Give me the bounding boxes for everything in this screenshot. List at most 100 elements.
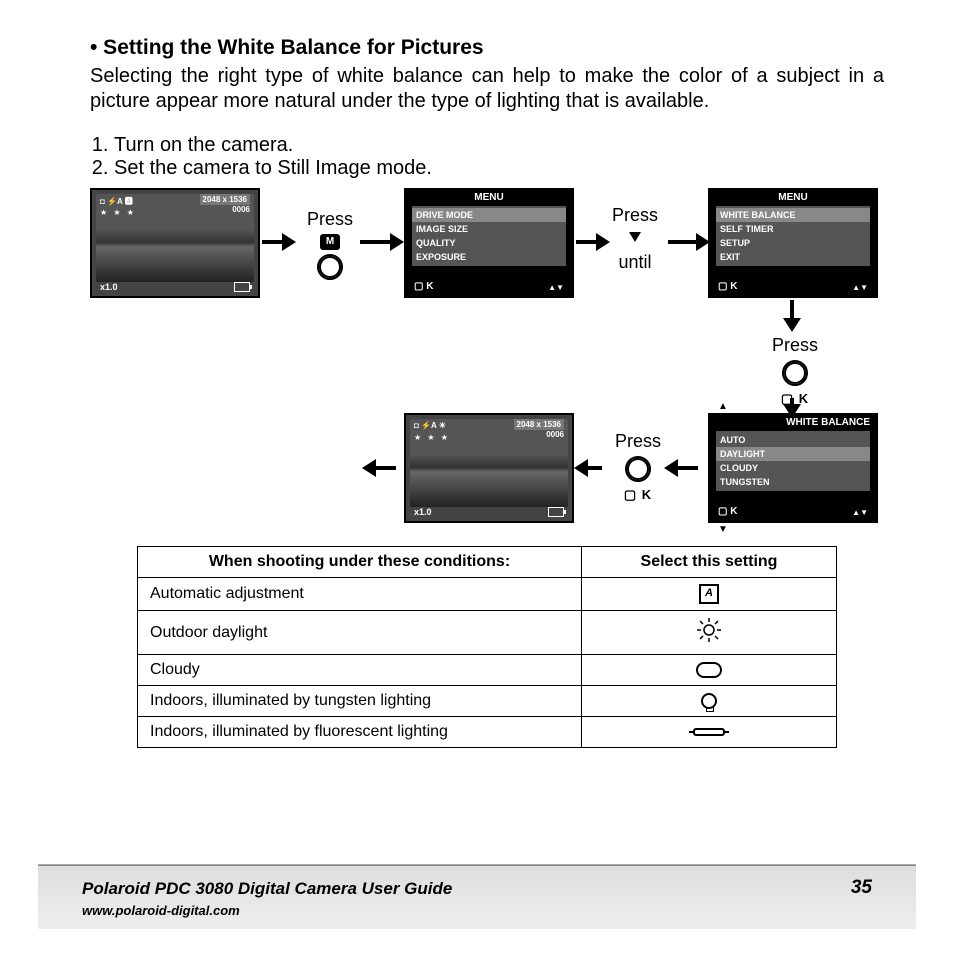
menu-item: CLOUDY (716, 461, 870, 475)
page-footer: Polaroid PDC 3080 Digital Camera User Gu… (38, 864, 916, 929)
lcd-preview-2: ◘ ⚡A ☀ 2048 x 1536 0006 ★ ★ ★ x1.0 (404, 413, 574, 523)
button-circle-icon (782, 360, 808, 386)
menu-button-icon: M (320, 234, 340, 250)
ok-text: ▢ K (624, 487, 652, 502)
arrow-right-icon (360, 240, 392, 244)
quality-stars: ★ ★ ★ (100, 208, 136, 217)
press-m-label: Press M (300, 210, 360, 282)
menu-title: MENU (710, 192, 876, 203)
menu-items: DRIVE MODE IMAGE SIZE QUALITY EXPOSURE (412, 206, 566, 266)
menu-title: MENU (406, 192, 572, 203)
arrow-down-icon (790, 300, 794, 320)
menu-item: EXPOSURE (412, 250, 566, 264)
button-circle-icon (625, 456, 651, 482)
table-header-conditions: When shooting under these conditions: (138, 547, 582, 578)
menu-item: AUTO (716, 433, 870, 447)
menu-item: DRIVE MODE (412, 208, 566, 222)
battery-icon (548, 507, 564, 517)
step-item: Set the camera to Still Image mode. (114, 157, 884, 180)
table-row: Outdoor daylight (138, 611, 837, 655)
ok-indicator: ▢ K (414, 281, 433, 292)
down-arrow-icon (629, 232, 641, 242)
auto-icon: A (699, 584, 719, 604)
steps-list: Turn on the camera. Set the camera to St… (90, 134, 884, 180)
page-number: 35 (851, 877, 872, 899)
arrow-left-icon (374, 466, 396, 470)
table-row: Cloudy (138, 655, 837, 686)
menu-title: WHITE BALANCE (710, 417, 876, 428)
ok-indicator: ▢ K (718, 506, 737, 517)
menu-item: TUNGSTEN (716, 475, 870, 489)
table-row: Automatic adjustment A (138, 578, 837, 611)
lcd-preview-1: ◘ ⚡A 🅰 2048 x 1536 0006 ★ ★ ★ x1.0 (90, 188, 260, 298)
menu-item: SETUP (716, 236, 870, 250)
intro-paragraph: Selecting the right type of white balanc… (90, 64, 884, 114)
arrow-down-icon (790, 398, 794, 406)
nav-indicator: ▲▼ (852, 283, 868, 292)
setting-icon-cell (582, 611, 837, 655)
condition-cell: Outdoor daylight (138, 611, 582, 655)
sun-icon (696, 617, 722, 643)
procedure-diagram: ◘ ⚡A 🅰 2048 x 1536 0006 ★ ★ ★ x1.0 Press… (90, 188, 884, 528)
menu-items: WHITE BALANCE SELF TIMER SETUP EXIT (716, 206, 870, 266)
footer-title: Polaroid PDC 3080 Digital Camera User Gu… (82, 879, 452, 898)
camera-icon: ◘ ⚡A 🅰 (100, 196, 133, 207)
until-text: until (618, 252, 651, 272)
zoom-label: x1.0 (100, 282, 118, 292)
section-heading: • Setting the White Balance for Pictures (90, 36, 884, 60)
press-text: Press (612, 205, 658, 225)
menu-item: SELF TIMER (716, 222, 870, 236)
bulb-icon (701, 693, 717, 709)
menu-item: EXIT (716, 250, 870, 264)
table-row: Indoors, illuminated by tungsten lightin… (138, 686, 837, 717)
setting-icon-cell (582, 686, 837, 717)
arrow-right-icon (576, 240, 598, 244)
nav-indicator: ▲▼ (548, 283, 564, 292)
menu-item: DAYLIGHT (716, 447, 870, 461)
down-triangle-icon: ▼ (718, 524, 728, 535)
table-header-setting: Select this setting (582, 547, 837, 578)
setting-icon-cell (582, 717, 837, 748)
ok-indicator: ▢ K (718, 281, 737, 292)
lcd-menu-2: MENU WHITE BALANCE SELF TIMER SETUP EXIT… (708, 188, 878, 298)
press-ok-label: Press ▢ K (760, 336, 830, 408)
press-down-label: Press until (605, 206, 665, 272)
menu-item: QUALITY (412, 236, 566, 250)
fluorescent-icon (693, 728, 725, 736)
button-circle-icon (317, 254, 343, 280)
zoom-label: x1.0 (414, 507, 432, 517)
quality-stars: ★ ★ ★ (414, 433, 450, 442)
counter-label: 0006 (546, 430, 564, 439)
condition-cell: Automatic adjustment (138, 578, 582, 611)
press-text: Press (615, 431, 661, 451)
arrow-left-icon (676, 466, 698, 470)
resolution-label: 2048 x 1536 (514, 419, 565, 430)
nav-indicator: ▲▼ (852, 508, 868, 517)
menu-item: IMAGE SIZE (412, 222, 566, 236)
setting-icon-cell: A (582, 578, 837, 611)
resolution-label: 2048 x 1536 (200, 194, 251, 205)
up-triangle-icon: ▲ (718, 401, 728, 412)
step-item: Turn on the camera. (114, 134, 884, 157)
condition-cell: Indoors, illuminated by tungsten lightin… (138, 686, 582, 717)
table-row: Indoors, illuminated by fluorescent ligh… (138, 717, 837, 748)
lcd-menu-whitebalance: ▲ WHITE BALANCE AUTO DAYLIGHT CLOUDY TUN… (708, 413, 878, 523)
setting-icon-cell (582, 655, 837, 686)
counter-label: 0006 (232, 205, 250, 214)
camera-icon: ◘ ⚡A ☀ (414, 421, 446, 430)
footer-url: www.polaroid-digital.com (82, 903, 916, 918)
press-text: Press (307, 209, 353, 229)
menu-items: AUTO DAYLIGHT CLOUDY TUNGSTEN (716, 431, 870, 491)
condition-cell: Indoors, illuminated by fluorescent ligh… (138, 717, 582, 748)
arrow-left-icon (586, 466, 602, 470)
cloud-icon (696, 662, 722, 678)
press-text: Press (772, 335, 818, 355)
lcd-menu-1: MENU DRIVE MODE IMAGE SIZE QUALITY EXPOS… (404, 188, 574, 298)
menu-item: WHITE BALANCE (716, 208, 870, 222)
condition-cell: Cloudy (138, 655, 582, 686)
arrow-right-icon (668, 240, 698, 244)
white-balance-table: When shooting under these conditions: Se… (137, 546, 837, 748)
press-ok-label-2: Press ▢ K (608, 432, 668, 504)
arrow-right-icon (262, 240, 284, 244)
battery-icon (234, 282, 250, 292)
